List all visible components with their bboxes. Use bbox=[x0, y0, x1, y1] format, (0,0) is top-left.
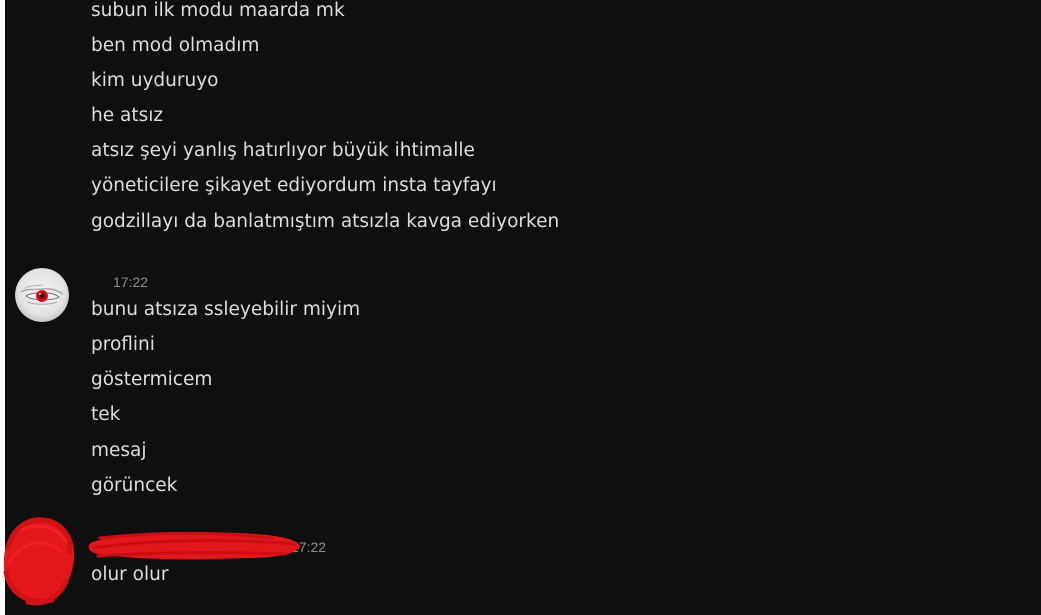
message-line: göstermicem bbox=[91, 369, 213, 390]
message-line: atsız şeyi yanlış hatırlıyor büyük ihtim… bbox=[91, 140, 475, 161]
message-line: mesaj bbox=[91, 440, 147, 461]
message-line: he atsız bbox=[91, 105, 164, 126]
message-line: olur olur bbox=[91, 564, 169, 585]
user-avatar[interactable] bbox=[15, 268, 69, 322]
message-line: subun ilk modu maarda mk bbox=[91, 0, 345, 21]
redacted-username bbox=[88, 532, 300, 560]
message-line: ben mod olmadım bbox=[91, 35, 260, 56]
red-eye-avatar-icon bbox=[15, 268, 69, 322]
message-line: tek bbox=[91, 404, 121, 425]
chat-log: subun ilk modu maarda mk ben mod olmadım… bbox=[5, 0, 1041, 615]
message-line: görüncek bbox=[91, 475, 178, 496]
message-line: proflini bbox=[91, 334, 155, 355]
message-line: kim uyduruyo bbox=[91, 70, 219, 91]
message-line: godzillayı da banlatmıştım atsızla kavga… bbox=[91, 211, 560, 232]
message-timestamp: 17:22 bbox=[113, 274, 149, 290]
message-line: yöneticilere şikayet ediyordum insta tay… bbox=[91, 175, 497, 196]
message-line: bunu atsıza ssleyebilir miyim bbox=[91, 299, 361, 320]
redacted-avatar-icon bbox=[3, 517, 75, 606]
